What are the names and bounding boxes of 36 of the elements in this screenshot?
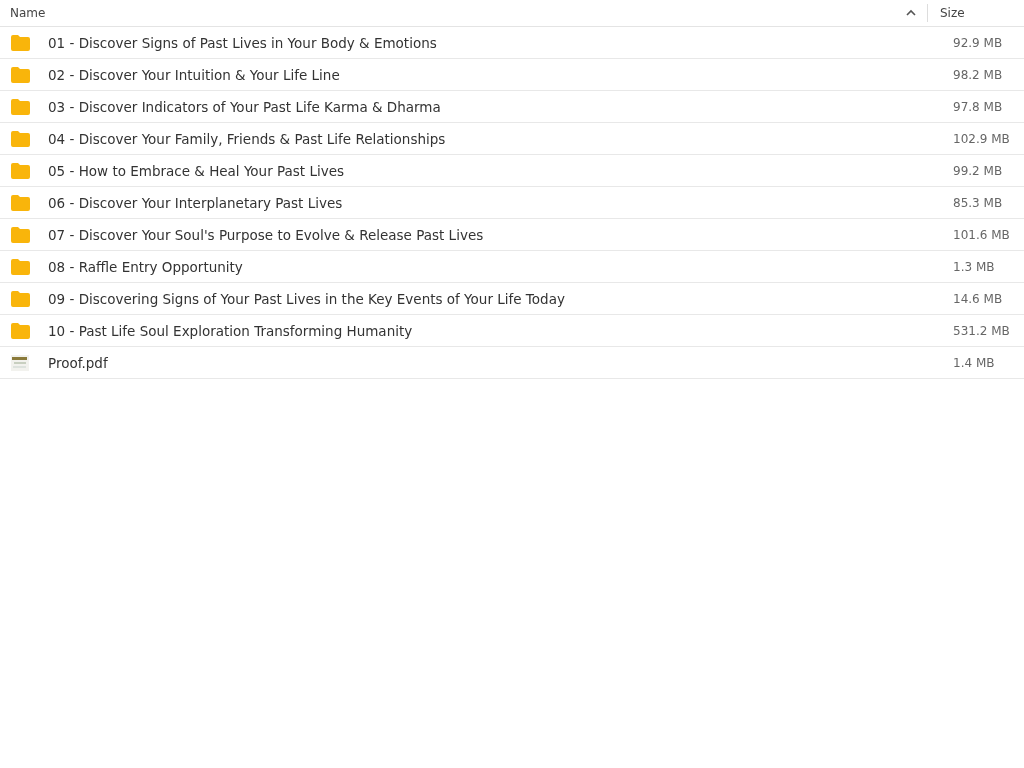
folder-icon: [11, 322, 30, 339]
file-size: 85.3 MB: [953, 195, 1004, 210]
document-thumbnail-icon: [11, 354, 29, 371]
file-name[interactable]: 09 - Discovering Signs of Your Past Lives in the Key Events of Your Life Today: [48, 290, 953, 307]
folder-icon: [11, 226, 30, 243]
file-size: 102.9 MB: [953, 131, 1011, 146]
file-name[interactable]: 04 - Discover Your Family, Friends & Past Life Relationships: [48, 130, 953, 147]
folder-icon: [11, 98, 30, 115]
sort-caret-icon[interactable]: [906, 9, 916, 17]
folder-icon: [11, 130, 30, 147]
file-name[interactable]: 08 - Raffle Entry Opportunity: [48, 258, 953, 275]
file-size: 92.9 MB: [953, 35, 1004, 50]
file-name[interactable]: 06 - Discover Your Interplanetary Past Lives: [48, 194, 953, 211]
column-header[interactable]: Size: [927, 4, 1024, 22]
column-header[interactable]: Name: [0, 0, 927, 26]
file-name[interactable]: 02 - Discover Your Intuition & Your Life Line: [48, 66, 953, 83]
file-size: 531.2 MB: [953, 323, 1011, 338]
file-size: 1.4 MB: [953, 355, 996, 370]
file-size: 98.2 MB: [953, 67, 1004, 82]
file-size: 97.8 MB: [953, 99, 1004, 114]
file-name[interactable]: 07 - Discover Your Soul's Purpose to Evolve & Release Past Lives: [48, 226, 953, 243]
folder-icon: [11, 34, 30, 51]
folder-icon: [11, 258, 30, 275]
file-name[interactable]: Proof.pdf: [48, 354, 953, 371]
folder-icon: [11, 194, 30, 211]
file-name[interactable]: 01 - Discover Signs of Past Lives in Your Body & Emotions: [48, 34, 953, 51]
file-name[interactable]: 03 - Discover Indicators of Your Past Life Karma & Dharma: [48, 98, 953, 115]
folder-icon: [11, 66, 30, 83]
file-size: 99.2 MB: [953, 163, 1004, 178]
folder-icon: [11, 162, 30, 179]
file-name[interactable]: 10 - Past Life Soul Exploration Transforming Humanity: [48, 322, 953, 339]
file-size: 14.6 MB: [953, 291, 1004, 306]
file-size: 101.6 MB: [953, 227, 1011, 242]
folder-icon: [11, 290, 30, 307]
file-size: 1.3 MB: [953, 259, 996, 274]
file-name[interactable]: 05 - How to Embrace & Heal Your Past Lives: [48, 162, 953, 179]
